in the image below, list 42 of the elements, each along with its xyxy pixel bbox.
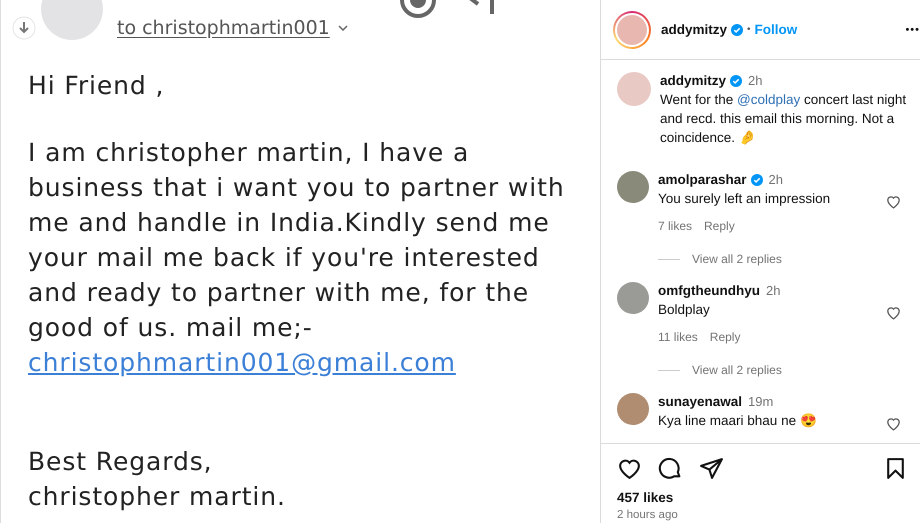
reply-link[interactable]: Reply [704, 218, 735, 234]
more-options-button[interactable]: ••• [905, 24, 920, 36]
closing-text: Best Regards, [28, 446, 214, 478]
username-link[interactable]: sunayenawal [658, 393, 742, 411]
profile-avatar[interactable] [613, 10, 651, 48]
reply-link[interactable]: Reply [710, 329, 740, 345]
view-replies-link[interactable]: View all 2 replies [692, 252, 782, 266]
mention-link[interactable]: @coldplay [737, 92, 800, 107]
download-icon[interactable] [12, 16, 36, 40]
chevron-down-icon[interactable] [338, 25, 348, 31]
comment-text: Kya line maari bhau ne 😍 [658, 412, 817, 430]
heart-icon[interactable] [885, 304, 902, 321]
likes-count[interactable]: 457 likes [617, 490, 908, 505]
post-time: 2 hours ago [617, 509, 679, 521]
commenter-avatar[interactable] [617, 282, 649, 314]
email-body-text: I am christopher martin, I have a business that i want you to partner with me and handle in India.Kindly send me your mail me back if you're interested and ready to partner with me, for the good of us. mail me;- christophmartin001@gmail.com [28, 137, 566, 379]
timestamp: 19m [748, 393, 774, 411]
likes-count[interactable]: 7 likes [658, 218, 692, 234]
username-link[interactable]: addymitzy [661, 22, 728, 37]
caption-text: Went for the @coldplay concert last night and recd. this email this morning. Not a coincidence. 🤌 [660, 91, 908, 147]
recipient-link[interactable]: to christophmartin001 [117, 17, 330, 39]
signature-text: christopher martin. [28, 481, 287, 513]
commenter-avatar[interactable] [617, 171, 649, 203]
username-link[interactable]: addymitzy [660, 72, 726, 90]
timestamp: 2h [768, 171, 784, 189]
email-link[interactable]: christophmartin001@gmail.com [28, 348, 456, 377]
username-link[interactable]: omfgtheundhyu [658, 282, 760, 300]
send-icon[interactable] [699, 456, 724, 481]
likes-count[interactable]: 11 likes [658, 329, 698, 345]
view-replies-link[interactable]: View all 2 replies [692, 363, 782, 377]
comment-text: You surely left an impression [658, 190, 830, 208]
comment-icon[interactable] [658, 456, 683, 481]
timestamp: 2h [766, 282, 780, 300]
greeting-text: Hi Friend , [28, 70, 166, 102]
heart-icon[interactable] [885, 193, 902, 210]
timestamp: 2h [748, 72, 762, 90]
heart-icon[interactable] [885, 415, 902, 432]
separator-dot: • [747, 24, 751, 35]
commenter-avatar[interactable] [617, 393, 649, 425]
follow-button[interactable]: Follow [754, 22, 798, 37]
username-link[interactable]: amolparashar [658, 171, 747, 189]
comment-text: Boldplay [658, 301, 710, 319]
